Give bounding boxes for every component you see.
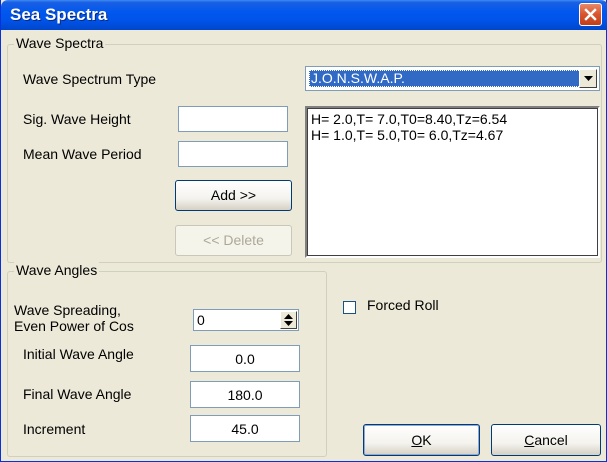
forced-roll-label[interactable]: Forced Roll — [367, 297, 439, 313]
ok-button[interactable]: OK — [363, 424, 480, 456]
final-wave-angle-label: Final Wave Angle — [23, 386, 132, 402]
add-button[interactable]: Add >> — [175, 180, 292, 211]
wave-spreading-label-line1: Wave Spreading, — [14, 302, 121, 318]
cancel-label-rest: ancel — [534, 432, 568, 448]
list-item[interactable]: H= 1.0,T= 5.0,T0= 6.0,Tz=4.67 — [311, 127, 594, 143]
spectrum-type-dropdown[interactable]: J.O.N.S.W.A.P. — [305, 66, 600, 91]
cancel-button[interactable]: Cancel — [491, 424, 601, 456]
sea-spectra-dialog: Sea Spectra Wave Spectra Wave Spectrum T… — [0, 0, 607, 462]
mean-wave-period-field[interactable] — [178, 141, 288, 167]
spectra-list[interactable]: H= 2.0,T= 7.0,T0=8.40,Tz=6.54 H= 1.0,T= … — [305, 106, 600, 258]
wave-spreading-value: 0 — [197, 312, 205, 328]
forced-roll-checkbox[interactable] — [343, 301, 356, 314]
cancel-mnemonic: C — [524, 432, 535, 448]
sig-wave-height-field[interactable] — [178, 106, 288, 132]
spinner-buttons[interactable] — [280, 311, 297, 329]
ok-label-rest: K — [422, 432, 432, 448]
spectrum-type-selected-value: J.O.N.S.W.A.P. — [309, 70, 581, 87]
initial-wave-angle-label: Initial Wave Angle — [23, 346, 134, 362]
sig-wave-height-label: Sig. Wave Height — [23, 111, 131, 127]
title-bar[interactable]: Sea Spectra — [1, 0, 607, 30]
list-item[interactable]: H= 2.0,T= 7.0,T0=8.40,Tz=6.54 — [311, 111, 594, 127]
delete-button[interactable]: << Delete — [175, 225, 292, 256]
wave-spectra-group-label: Wave Spectra — [14, 35, 106, 51]
wave-spreading-spinner[interactable]: 0 — [193, 309, 299, 331]
initial-wave-angle-field[interactable] — [190, 345, 300, 372]
close-x-icon — [584, 8, 597, 21]
close-button[interactable] — [579, 3, 602, 26]
dropdown-arrow-button[interactable] — [579, 69, 597, 88]
up-down-arrows-icon — [284, 314, 293, 326]
wave-angles-group-label: Wave Angles — [14, 262, 100, 278]
increment-label: Increment — [23, 421, 86, 437]
final-wave-angle-field[interactable] — [190, 381, 300, 408]
spectrum-type-label: Wave Spectrum Type — [23, 71, 157, 87]
increment-field[interactable] — [190, 415, 300, 442]
mean-wave-period-label: Mean Wave Period — [23, 146, 142, 162]
ok-mnemonic: O — [411, 432, 423, 448]
wave-spreading-label-line2: Even Power of Cos — [14, 318, 134, 334]
window-title: Sea Spectra — [10, 5, 108, 24]
chevron-down-icon — [584, 76, 593, 81]
